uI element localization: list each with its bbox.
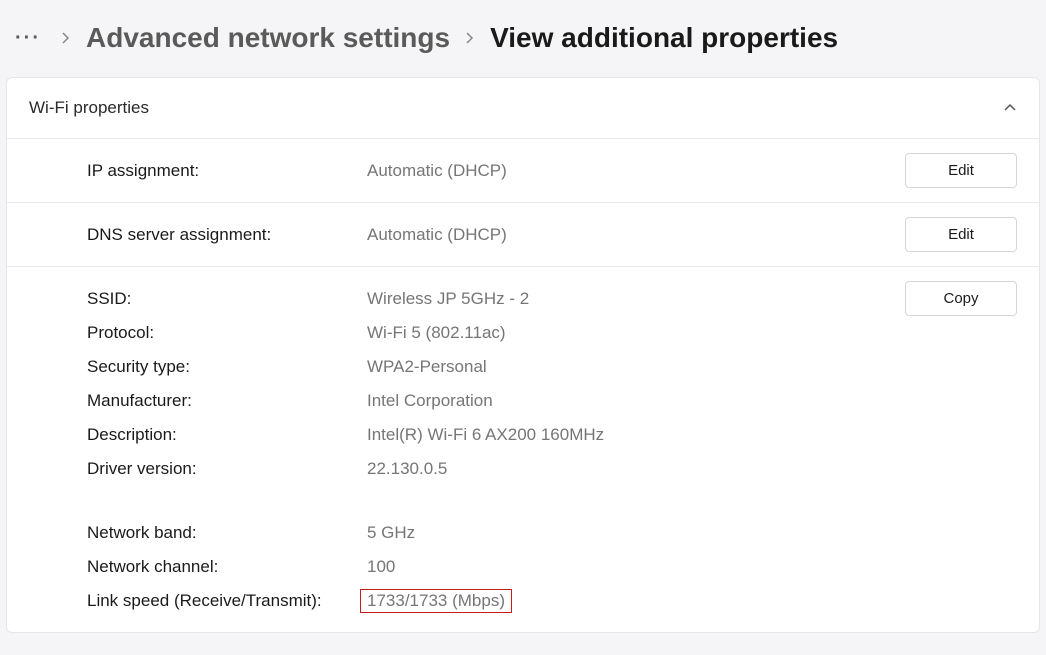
dns-assignment-value: Automatic (DHCP)	[367, 225, 887, 245]
dns-assignment-row: DNS server assignment: Automatic (DHCP) …	[7, 203, 1039, 267]
breadcrumb: ··· Advanced network settings View addit…	[0, 0, 1046, 71]
breadcrumb-link-advanced[interactable]: Advanced network settings	[86, 22, 450, 54]
manufacturer-label: Manufacturer:	[87, 391, 367, 411]
security-row: Security type: WPA2-Personal	[87, 350, 1017, 384]
channel-label: Network channel:	[87, 557, 367, 577]
protocol-value: Wi-Fi 5 (802.11ac)	[367, 323, 887, 343]
driver-value: 22.130.0.5	[367, 459, 887, 479]
chevron-right-icon	[54, 32, 78, 44]
band-value: 5 GHz	[367, 523, 887, 543]
chevron-right-icon	[458, 32, 482, 44]
linkspeed-label: Link speed (Receive/Transmit):	[87, 591, 367, 611]
description-value: Intel(R) Wi-Fi 6 AX200 160MHz	[367, 425, 887, 445]
channel-row: Network channel: 100	[87, 550, 1017, 584]
card-header-toggle[interactable]: Wi-Fi properties	[7, 78, 1039, 139]
manufacturer-row: Manufacturer: Intel Corporation	[87, 384, 1017, 418]
ssid-row: SSID: Wireless JP 5GHz - 2 Copy	[87, 281, 1017, 316]
wifi-properties-card: Wi-Fi properties IP assignment: Automati…	[6, 77, 1040, 633]
edit-dns-button[interactable]: Edit	[905, 217, 1017, 252]
protocol-label: Protocol:	[87, 323, 367, 343]
linkspeed-value: 1733/1733 (Mbps)	[360, 589, 512, 613]
protocol-row: Protocol: Wi-Fi 5 (802.11ac)	[87, 316, 1017, 350]
edit-ip-button[interactable]: Edit	[905, 153, 1017, 188]
ip-assignment-label: IP assignment:	[87, 161, 367, 181]
copy-button[interactable]: Copy	[905, 281, 1017, 316]
channel-value: 100	[367, 557, 887, 577]
driver-row: Driver version: 22.130.0.5	[87, 452, 1017, 486]
ip-assignment-row: IP assignment: Automatic (DHCP) Edit	[7, 139, 1039, 203]
band-row: Network band: 5 GHz	[87, 516, 1017, 550]
band-label: Network band:	[87, 523, 367, 543]
breadcrumb-current: View additional properties	[490, 22, 838, 54]
details-block: SSID: Wireless JP 5GHz - 2 Copy Protocol…	[7, 267, 1039, 632]
security-label: Security type:	[87, 357, 367, 377]
description-label: Description:	[87, 425, 367, 445]
dns-assignment-label: DNS server assignment:	[87, 225, 367, 245]
security-value: WPA2-Personal	[367, 357, 887, 377]
card-header-title: Wi-Fi properties	[29, 98, 149, 118]
driver-label: Driver version:	[87, 459, 367, 479]
ssid-value: Wireless JP 5GHz - 2	[367, 289, 887, 309]
chevron-up-icon	[1003, 101, 1017, 115]
ip-assignment-value: Automatic (DHCP)	[367, 161, 887, 181]
description-row: Description: Intel(R) Wi-Fi 6 AX200 160M…	[87, 418, 1017, 452]
linkspeed-value-cell: 1733/1733 (Mbps)	[367, 589, 887, 613]
linkspeed-row: Link speed (Receive/Transmit): 1733/1733…	[87, 584, 1017, 618]
breadcrumb-more-button[interactable]: ···	[10, 20, 46, 56]
manufacturer-value: Intel Corporation	[367, 391, 887, 411]
ssid-label: SSID:	[87, 289, 367, 309]
